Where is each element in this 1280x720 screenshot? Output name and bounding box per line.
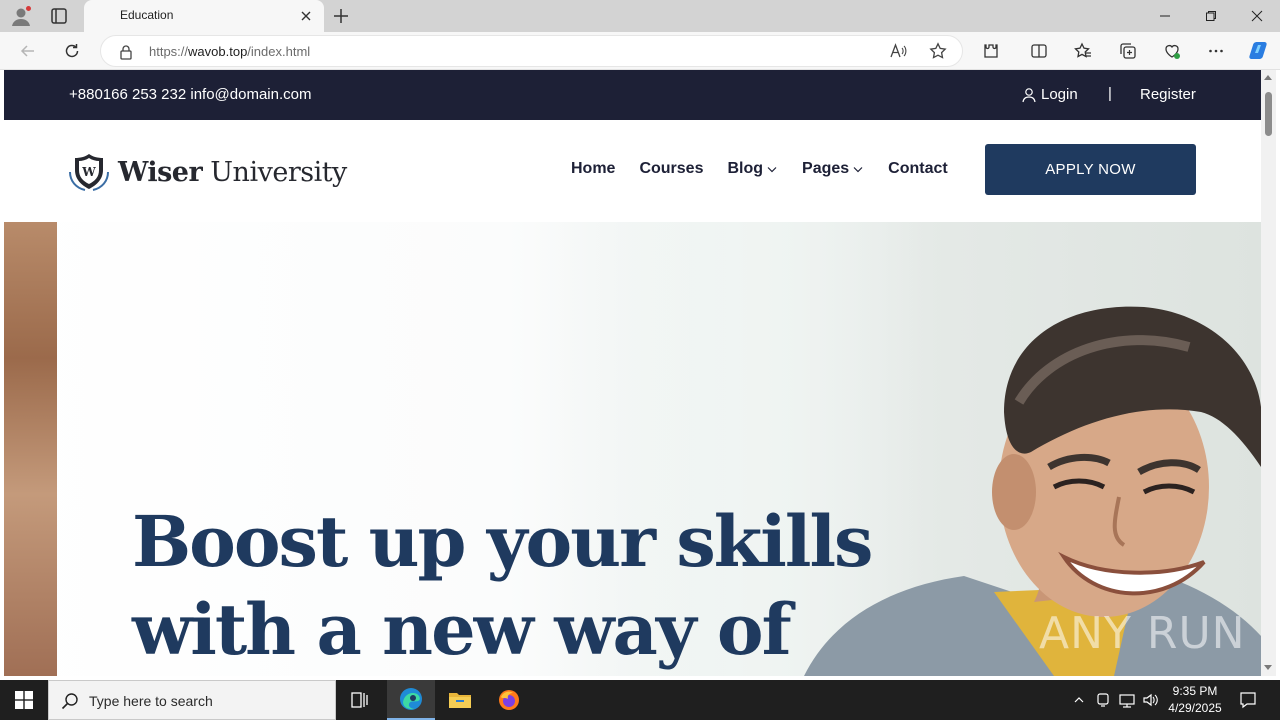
search-icon xyxy=(61,692,79,715)
login-link[interactable]: Login xyxy=(1021,86,1078,103)
apply-now-button[interactable]: APPLY NOW xyxy=(985,144,1196,195)
split-screen-icon[interactable] xyxy=(1028,40,1050,62)
browser-tabbar: Education xyxy=(0,0,1280,32)
svg-text:W: W xyxy=(81,165,96,179)
volume-icon[interactable] xyxy=(1140,680,1162,720)
tab-close-icon[interactable] xyxy=(298,8,314,24)
network-icon[interactable] xyxy=(1116,680,1138,720)
windows-taskbar: Type here to search 9:35 PM 4/29/2025 xyxy=(0,680,1280,720)
chevron-down-icon xyxy=(767,167,777,173)
tab-actions-icon[interactable] xyxy=(50,7,68,25)
address-bar[interactable]: https://wavob.top/index.html xyxy=(100,35,963,67)
more-menu-icon[interactable] xyxy=(1205,40,1227,62)
device-tray-icon[interactable] xyxy=(1093,680,1113,720)
refresh-icon[interactable] xyxy=(61,40,83,62)
firefox-icon[interactable] xyxy=(485,680,533,720)
notification-dot xyxy=(25,5,32,12)
nav-pages[interactable]: Pages xyxy=(802,160,864,178)
nav-contact[interactable]: Contact xyxy=(888,160,948,178)
profile-icon[interactable] xyxy=(10,5,32,27)
close-window-icon[interactable] xyxy=(1234,0,1280,32)
top-info-bar: +880166 253 232 info@domain.com Login | … xyxy=(4,70,1261,120)
collections-icon[interactable] xyxy=(1117,40,1139,62)
scroll-down-icon[interactable] xyxy=(1264,665,1272,670)
browser-essentials-icon[interactable] xyxy=(1161,40,1183,62)
read-aloud-icon[interactable] xyxy=(887,40,909,62)
clock-time: 9:35 PM xyxy=(1172,684,1218,698)
clock-date: 4/29/2025 xyxy=(1168,701,1222,715)
tab-title: Education xyxy=(120,8,174,22)
nav-courses[interactable]: Courses xyxy=(639,160,703,178)
search-placeholder: Type here to search xyxy=(89,693,213,709)
copilot-icon[interactable] xyxy=(1246,39,1270,63)
hero-heading-line-2: with a new way of xyxy=(132,588,792,671)
edge-taskbar-icon[interactable] xyxy=(387,680,435,720)
shield-logo-icon: W xyxy=(69,154,109,191)
user-icon xyxy=(1022,87,1036,102)
scroll-up-icon[interactable] xyxy=(1264,75,1272,80)
anyrun-watermark: ANY RUN xyxy=(1039,608,1246,659)
primary-nav: Home Courses Blog Pages Contact xyxy=(571,160,948,178)
back-icon[interactable] xyxy=(17,40,39,62)
hero-left-edge-image xyxy=(4,222,57,676)
register-link[interactable]: Register xyxy=(1140,86,1196,103)
nav-home[interactable]: Home xyxy=(571,160,615,178)
page-scrollbar[interactable] xyxy=(1261,70,1276,676)
extensions-icon[interactable] xyxy=(980,40,1002,62)
scroll-thumb[interactable] xyxy=(1265,92,1272,136)
contact-info: +880166 253 232 info@domain.com xyxy=(69,86,312,103)
url-text[interactable]: https://wavob.top/index.html xyxy=(149,44,310,59)
site-logo[interactable]: W Wiser University xyxy=(68,152,347,192)
favorite-star-icon[interactable] xyxy=(927,40,949,62)
nav-blog[interactable]: Blog xyxy=(727,160,778,178)
favorites-icon[interactable] xyxy=(1072,40,1094,62)
notification-center-icon[interactable] xyxy=(1236,680,1260,720)
page-viewport: +880166 253 232 info@domain.com Login | … xyxy=(4,70,1261,676)
hero-heading-line-1: Boost up your skills xyxy=(132,500,873,583)
minimize-icon[interactable] xyxy=(1142,0,1188,32)
hero-heading: Boost up your skills with a new way of xyxy=(132,498,892,674)
taskbar-clock[interactable]: 9:35 PM 4/29/2025 xyxy=(1160,683,1230,717)
new-tab-icon[interactable] xyxy=(331,6,351,26)
separator: | xyxy=(1108,85,1112,102)
file-explorer-icon[interactable] xyxy=(436,680,484,720)
login-label: Login xyxy=(1041,86,1078,103)
task-view-icon[interactable] xyxy=(336,680,384,720)
chevron-down-icon xyxy=(853,167,863,173)
active-tab[interactable]: Education xyxy=(84,0,324,32)
lock-icon[interactable] xyxy=(117,43,135,61)
browser-toolbar: https://wavob.top/index.html xyxy=(0,32,1280,70)
tray-chevron-up-icon[interactable] xyxy=(1068,680,1090,720)
taskbar-search-box[interactable]: Type here to search xyxy=(48,680,336,720)
main-navbar: W Wiser University Home Courses Blog Pag… xyxy=(4,120,1261,222)
logo-text: Wiser University xyxy=(118,156,347,188)
windows-start-icon[interactable] xyxy=(0,680,48,720)
restore-icon[interactable] xyxy=(1188,0,1234,32)
